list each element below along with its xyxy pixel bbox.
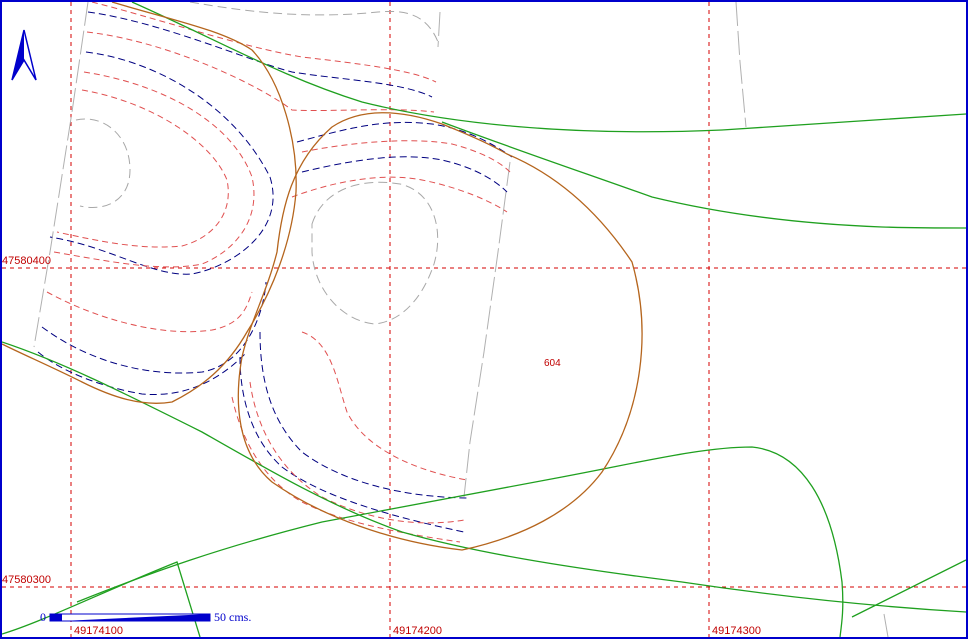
parcel-number-label[interactable]: 604 xyxy=(544,358,561,369)
northing-label-1: 47580400 xyxy=(2,255,51,267)
contour-blue-5 xyxy=(301,156,508,193)
easting-label-1: 49174100 xyxy=(74,625,123,637)
parcel-604-boundary xyxy=(237,112,643,551)
sheet-edges xyxy=(33,2,889,637)
scale-bar xyxy=(49,613,211,622)
contour-gray-left-oval xyxy=(75,118,131,208)
contour-red-4 xyxy=(56,89,229,248)
scale-bar-end-label: 50 cms. xyxy=(214,610,252,624)
road-north xyxy=(131,2,966,133)
sheet-edge-right xyxy=(735,2,747,128)
north-arrow-icon xyxy=(11,29,37,81)
contour-red-1 xyxy=(91,2,437,83)
easting-label-3: 49174300 xyxy=(712,625,761,637)
scale-bar-start-label: 0 xyxy=(40,610,46,624)
contour-gray-center-oval xyxy=(311,181,439,325)
sheet-edge-left xyxy=(33,2,89,348)
coordinate-grid xyxy=(2,2,966,637)
contours-red xyxy=(46,2,511,543)
contours-gray xyxy=(75,2,439,325)
contour-red-8 xyxy=(301,331,468,481)
contour-blue-1 xyxy=(87,11,433,98)
parcel-west-boundary xyxy=(2,2,297,404)
sheet-edge-top-right xyxy=(437,11,441,48)
contour-red-7 xyxy=(291,176,508,213)
sheet-edge-middle xyxy=(463,161,511,498)
road-north-branch xyxy=(441,121,966,229)
contour-red-5 xyxy=(46,291,253,333)
contour-red-2 xyxy=(86,31,435,113)
map-drawing xyxy=(2,2,966,637)
parcels xyxy=(2,2,643,551)
contour-blue-7 xyxy=(239,356,465,533)
contour-blue-3 xyxy=(41,281,267,374)
contours-blue xyxy=(37,11,513,533)
road-southwest xyxy=(2,341,966,613)
easting-label-2: 49174200 xyxy=(393,625,442,637)
contour-blue-2 xyxy=(49,51,274,275)
contour-gray-top xyxy=(189,2,439,43)
roads xyxy=(2,2,966,637)
map-canvas[interactable]: 49174100 49174200 49174300 47580400 4758… xyxy=(0,0,968,639)
sheet-edge-bottom-right xyxy=(883,613,889,637)
northing-label-2: 47580300 xyxy=(2,574,51,586)
